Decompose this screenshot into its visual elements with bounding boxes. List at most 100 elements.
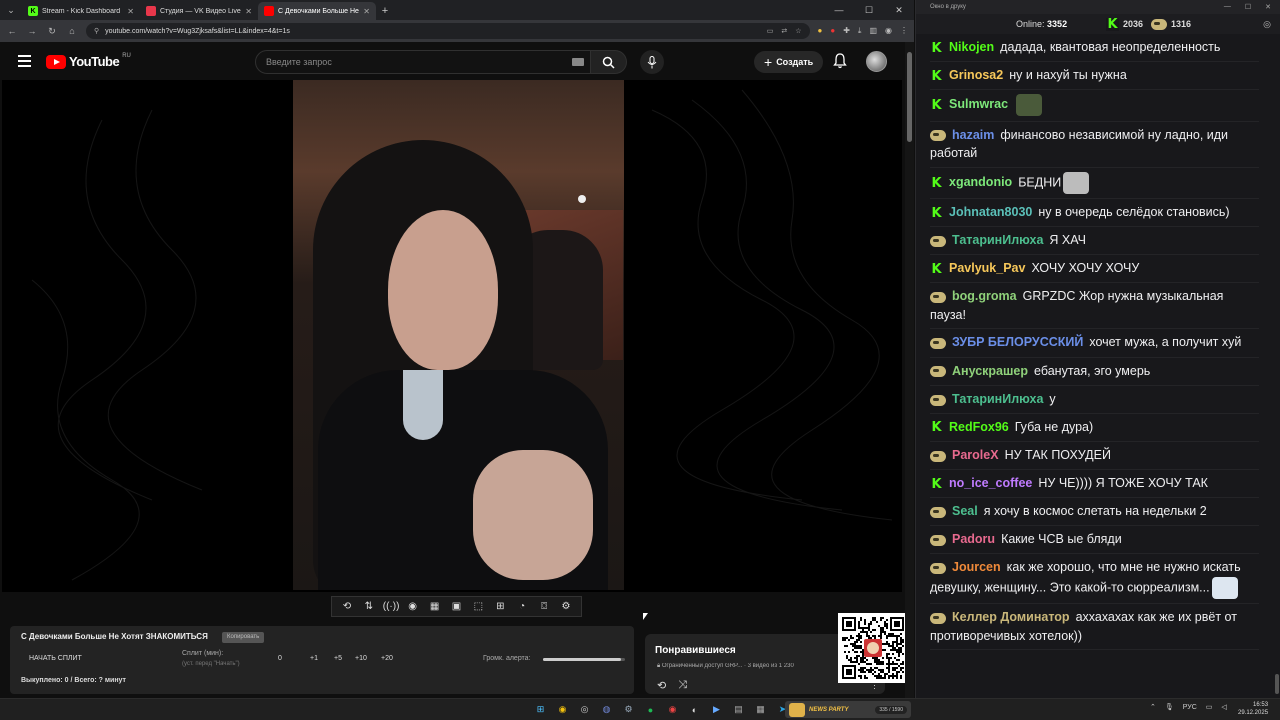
youtube-logo[interactable]: YouTube RU (46, 53, 131, 69)
site-info-icon[interactable]: ⚲ (94, 27, 99, 35)
tray-mic-icon[interactable]: 🎙︎ (1165, 703, 1174, 711)
obs-app-icon[interactable]: ◐ (686, 701, 703, 718)
speed-gauge-icon[interactable]: ◔ (514, 601, 530, 612)
chat-username[interactable]: ТатаринИлюха (952, 392, 1043, 406)
spotify-app-icon[interactable]: ● (642, 701, 659, 718)
discord-app-icon[interactable]: ◍ (598, 701, 615, 718)
broadcast-icon[interactable]: ((·)) (383, 601, 400, 612)
chat-close-icon[interactable]: ✕ (1265, 3, 1271, 11)
network-icon[interactable]: ▭ (1206, 703, 1213, 711)
split-add-20-button[interactable]: +20 (381, 655, 393, 662)
chat-username[interactable]: Pavlyuk_Pav (949, 261, 1025, 275)
reload-icon[interactable]: ↻ (46, 26, 58, 37)
extension-dot-icon[interactable]: ● (818, 26, 823, 36)
chat-scrollbar[interactable] (1273, 34, 1280, 698)
chat-username[interactable]: ParoleX (952, 448, 999, 462)
chat-username[interactable]: Nikojen (949, 40, 994, 54)
extension-record-icon[interactable]: ● (830, 26, 835, 36)
screenshot-region-icon[interactable]: ⬚ (470, 601, 486, 612)
camera-icon[interactable]: ⌼ (536, 601, 552, 612)
split-add-1-button[interactable]: +1 (310, 655, 318, 662)
home-icon[interactable]: ⌂ (66, 26, 78, 36)
chat-username[interactable]: bog.groma (952, 289, 1017, 303)
maximize-icon[interactable]: ☐ (854, 0, 884, 20)
search-input[interactable]: Введите запрос (255, 50, 591, 74)
browser-tab[interactable]: K Stream - Kick Dashboard ✕ (22, 2, 140, 20)
start-menu-icon[interactable]: ⊞ (532, 701, 549, 718)
split-add-5-button[interactable]: +5 (334, 655, 342, 662)
browser-menu-icon[interactable]: ⋮ (900, 26, 908, 36)
settings-gear-icon[interactable]: ⚙ (558, 601, 574, 612)
forward-icon[interactable]: → (26, 26, 38, 36)
address-bar[interactable]: ⚲ youtube.com/watch?v=Wug3Zjksafs&list=L… (86, 23, 810, 39)
playlist-title[interactable]: Понравившиеся (655, 645, 736, 656)
tab-close-icon[interactable]: ✕ (127, 7, 134, 16)
minimize-icon[interactable]: — (824, 0, 854, 20)
playlist-loop-icon[interactable]: ⟲ (657, 679, 666, 692)
chat-username[interactable]: Seal (952, 504, 978, 518)
system-clock[interactable]: 16:53 29.12.2025 (1238, 701, 1268, 717)
chat-username[interactable]: Grinosa2 (949, 68, 1003, 82)
extensions-puzzle-icon[interactable]: ✚ (843, 26, 850, 36)
chat-username[interactable]: ЗУБР БЕЛОРУССКИЙ (952, 335, 1083, 349)
sort-icon[interactable]: ⇅ (361, 601, 377, 612)
volume-icon[interactable]: ◁ (1221, 703, 1226, 711)
keyboard-icon[interactable] (572, 58, 584, 66)
account-avatar[interactable] (866, 51, 887, 72)
playlist-shuffle-icon[interactable]: ⤨ (678, 679, 687, 692)
video-player[interactable] (2, 80, 902, 592)
sidepanel-icon[interactable]: ▥ (869, 26, 877, 36)
media-player-app-icon[interactable]: ▶ (708, 701, 725, 718)
tool-app-icon[interactable]: ▦ (752, 701, 769, 718)
tab-close-icon[interactable]: ✕ (245, 7, 252, 16)
picture-in-picture-icon[interactable]: ▣ (448, 601, 464, 612)
chrome-app-icon[interactable]: ◉ (554, 701, 571, 718)
browser-tab[interactable]: С Девочками Больше Не Хотят ЗНАКОМИТЬСЯ ✕ (258, 2, 376, 20)
tray-overflow-icon[interactable]: ⌃ (1150, 703, 1156, 711)
add-frame-icon[interactable]: ⊞ (492, 601, 508, 612)
eye-icon[interactable]: ◉ (405, 601, 421, 612)
search-button[interactable] (591, 50, 627, 74)
browser-tab[interactable]: Студия — VK Видео Live ✕ (140, 2, 258, 20)
tab-search-icon[interactable]: ⌄ (0, 0, 22, 20)
chat-username[interactable]: hazaim (952, 128, 994, 142)
tab-close-icon[interactable]: ✕ (363, 7, 370, 16)
translate-icon[interactable]: ⇄ (781, 27, 787, 35)
create-button[interactable]: + Создать (754, 51, 824, 73)
close-icon[interactable]: ✕ (884, 0, 914, 20)
loop-icon[interactable]: ⟲ (339, 601, 355, 612)
chat-username[interactable]: ТатаринИлюха (952, 233, 1043, 247)
chat-username[interactable]: no_ice_coffee (949, 476, 1032, 490)
page-scrollbar[interactable] (905, 42, 914, 698)
browser-app-icon[interactable]: ◎ (576, 701, 593, 718)
chat-username[interactable]: Jourcen (952, 560, 1001, 574)
new-tab-button[interactable]: + (376, 2, 394, 20)
chat-username[interactable]: RedFox96 (949, 420, 1009, 434)
alert-volume-slider[interactable] (543, 658, 625, 661)
back-icon[interactable]: ← (6, 26, 18, 36)
chat-username[interactable]: Padoru (952, 532, 995, 546)
recorder-app-icon[interactable]: ◉ (664, 701, 681, 718)
clapper-icon[interactable]: ▦ (427, 601, 443, 612)
cast-icon[interactable]: ▭ (767, 27, 774, 35)
input-language[interactable]: РУС (1183, 704, 1197, 711)
files-app-icon[interactable]: ▤ (730, 701, 747, 718)
scrollbar-thumb[interactable] (907, 52, 912, 142)
notifications-bell-icon[interactable] (833, 53, 847, 74)
steam-app-icon[interactable]: ⚙ (620, 701, 637, 718)
chat-username[interactable]: Анускрашер (952, 364, 1028, 378)
chat-settings-icon[interactable]: ◎ (1263, 19, 1271, 30)
download-icon[interactable]: ⤓ (858, 26, 862, 36)
copy-chip-button[interactable]: Копировать (222, 632, 265, 643)
start-split-button[interactable]: НАЧАТЬ СПЛИТ (29, 655, 82, 662)
split-add-10-button[interactable]: +10 (355, 655, 367, 662)
chat-maximize-icon[interactable]: ☐ (1245, 3, 1251, 11)
profile-icon[interactable]: ◉ (885, 26, 892, 36)
chat-minimize-icon[interactable]: — (1224, 3, 1231, 11)
bookmark-star-icon[interactable]: ☆ (795, 27, 801, 35)
guide-menu-icon[interactable] (18, 55, 31, 70)
chat-username[interactable]: Келлер Доминатор (952, 610, 1070, 624)
chat-scrollbar-thumb[interactable] (1275, 674, 1279, 694)
chat-username[interactable]: xgandonio (949, 175, 1012, 189)
chat-username[interactable]: Johnatan8030 (949, 205, 1032, 219)
